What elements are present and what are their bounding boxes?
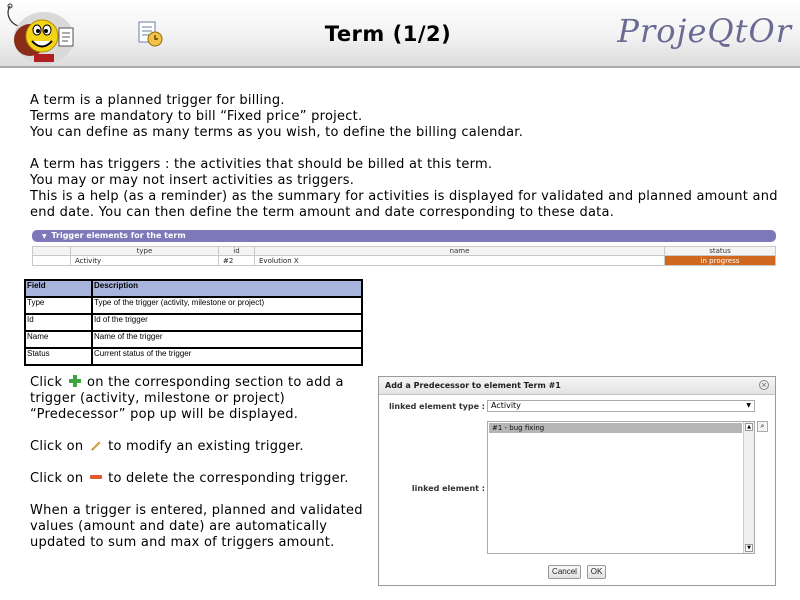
table-row: Status Current status of the trigger [24, 347, 363, 366]
field-cell: Name [24, 330, 93, 349]
add-predecessor-dialog: Add a Predecessor to element Term #1 × l… [378, 376, 776, 586]
add-instruction: Click on the corresponding section to ad… [30, 375, 344, 423]
name-cell: Evolution X [254, 255, 665, 266]
scroll-up-icon[interactable]: ▲ [745, 423, 753, 431]
list-scrollbar[interactable]: ▲ ▼ [743, 422, 754, 553]
linked-element-label: linked element : [411, 484, 485, 493]
note-line: values (amount and date) are automatical… [30, 519, 328, 534]
ok-button[interactable]: OK [587, 565, 606, 579]
linked-element-type-select[interactable]: Activity ▼ [487, 400, 755, 412]
header-bar: Term (1/2) ProjeQtOr [0, 0, 800, 68]
triggers-line: This is a help (as a reminder) as the su… [30, 189, 778, 204]
field-header: Field [24, 279, 93, 298]
intro-paragraph: A term is a planned trigger for billing.… [30, 93, 523, 141]
linked-element-list[interactable]: #1 - bug fixing ▲ ▼ [487, 421, 755, 554]
column-header-type: type [70, 246, 219, 256]
instruction-text: to delete the corresponding trigger. [108, 471, 349, 486]
column-header-id: id [218, 246, 255, 256]
triggers-line: A term has triggers : the activities tha… [30, 157, 493, 172]
table-row: Id Id of the trigger [24, 313, 363, 332]
intro-line: You can define as many terms as you wish… [30, 125, 524, 140]
intro-line: Terms are mandatory to bill “Fixed price… [30, 109, 363, 124]
remove-icon [89, 475, 102, 479]
trigger-section: ▼ Trigger elements for the term type id … [32, 230, 776, 268]
dialog-title: Add a Predecessor to element Term #1 [379, 377, 775, 395]
triggers-paragraph: A term has triggers : the activities tha… [30, 157, 778, 221]
collapse-triangle-icon[interactable]: ▼ [42, 231, 47, 243]
table-row: Name Name of the trigger [24, 330, 363, 349]
column-header-status: status [664, 246, 776, 256]
description-header: Description [91, 279, 363, 298]
description-cell: Id of the trigger [91, 313, 363, 332]
intro-line: A term is a planned trigger for billing. [30, 93, 285, 108]
instruction-text: trigger (activity, milestone or project) [30, 391, 285, 406]
field-cell: Id [24, 313, 93, 332]
trigger-section-title: Trigger elements for the term [51, 231, 186, 240]
search-icon[interactable]: ⌕ [757, 421, 768, 432]
field-description-table: Field Description Type Type of the trigg… [24, 279, 363, 366]
trigger-section-header[interactable]: ▼ Trigger elements for the term [32, 230, 776, 242]
table-row: Type Type of the trigger (activity, mile… [24, 296, 363, 315]
cancel-button[interactable]: Cancel [548, 565, 581, 579]
linked-element-type-label: linked element type : [388, 402, 485, 411]
action-column-header [32, 246, 71, 256]
triggers-line: end date. You can then define the term a… [30, 205, 615, 220]
instruction-text: Click on [30, 439, 84, 454]
close-icon[interactable]: × [759, 380, 769, 390]
type-cell: Activity [70, 255, 219, 266]
row-actions-cell [32, 255, 71, 266]
note-line: updated to sum and max of triggers amoun… [30, 535, 335, 550]
note-paragraph: When a trigger is entered, planned and v… [30, 503, 363, 551]
chevron-down-icon[interactable]: ▼ [746, 401, 751, 411]
id-cell: #2 [218, 255, 255, 266]
instruction-text: to modify an existing trigger. [108, 439, 304, 454]
modify-instruction: Click on to modify an existing trigger. [30, 439, 304, 455]
add-icon [68, 375, 81, 387]
brand-logo-text: ProjeQtOr [617, 12, 792, 50]
status-badge: in progress [664, 255, 776, 266]
column-header-name: name [254, 246, 665, 256]
trigger-table: type id name status Activity #2 Evolutio… [32, 246, 776, 266]
delete-instruction: Click on to delete the corresponding tri… [30, 471, 349, 487]
selected-type-value: Activity [491, 401, 521, 410]
scroll-down-icon[interactable]: ▼ [745, 544, 753, 552]
instruction-text: Click [30, 375, 63, 390]
triggers-line: You may or may not insert activities as … [30, 173, 355, 188]
instruction-text: on the corresponding section to add a [87, 375, 344, 390]
description-cell: Type of the trigger (activity, milestone… [91, 296, 363, 315]
description-cell: Current status of the trigger [91, 347, 363, 366]
note-line: When a trigger is entered, planned and v… [30, 503, 363, 518]
field-cell: Status [24, 347, 93, 366]
instruction-text: “Predecessor” pop up will be displayed. [30, 407, 299, 422]
description-cell: Name of the trigger [91, 330, 363, 349]
table-row[interactable]: Activity #2 Evolution X in progress [32, 255, 776, 266]
field-cell: Type [24, 296, 93, 315]
list-item[interactable]: #1 - bug fixing [489, 423, 742, 433]
instruction-text: Click on [30, 471, 84, 486]
pencil-edit-icon [91, 441, 101, 451]
